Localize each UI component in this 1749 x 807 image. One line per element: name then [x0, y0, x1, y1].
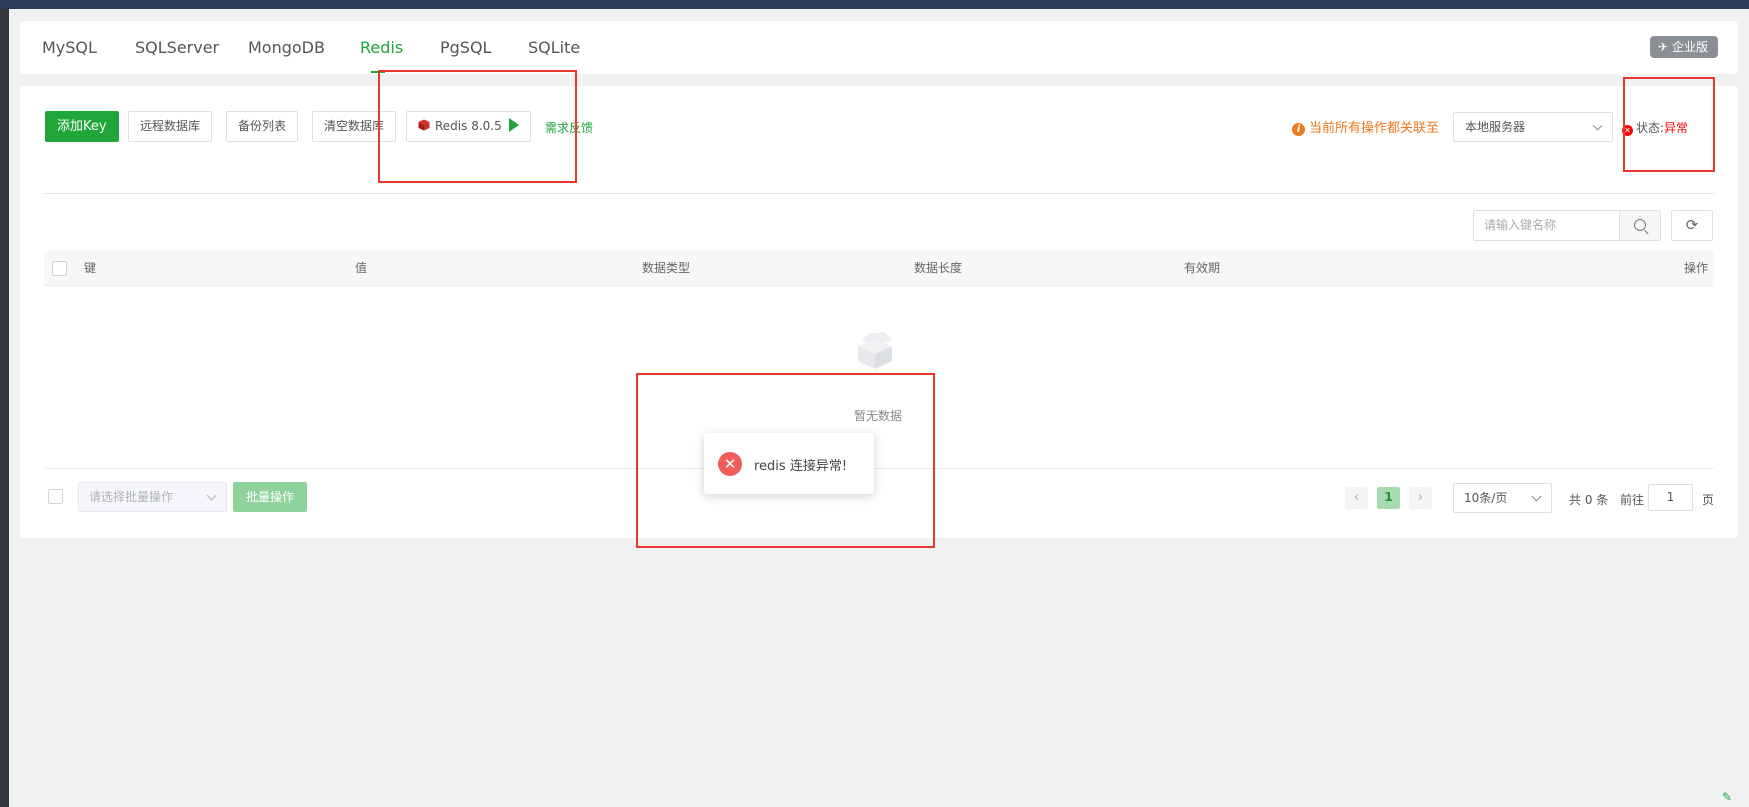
error-icon: ✕ — [1622, 125, 1633, 136]
total-count: 共 0 条 — [1569, 493, 1609, 507]
play-icon — [508, 118, 519, 132]
error-toast: ✕ redis 连接异常! — [704, 433, 874, 494]
top-bar — [0, 0, 1749, 9]
page-size-value: 10条/页 — [1464, 491, 1508, 505]
operation-notice: i 当前所有操作都关联至 — [1292, 117, 1439, 136]
table-header: 键 值 数据类型 数据长度 有效期 操作 — [44, 251, 1714, 286]
next-page-button[interactable]: › — [1409, 487, 1432, 509]
col-type: 数据类型 — [642, 261, 691, 275]
notice-text: 当前所有操作都关联至 — [1309, 121, 1440, 136]
tab-redis[interactable]: Redis — [360, 21, 403, 74]
redis-logo-icon — [418, 119, 430, 131]
enterprise-badge[interactable]: ✈ 企业版 — [1649, 36, 1718, 58]
chevron-down-icon — [1592, 120, 1603, 131]
redis-version-button[interactable]: Redis 8.0.5 — [406, 111, 531, 142]
backup-list-button[interactable]: 备份列表 — [226, 111, 299, 142]
chevron-down-icon — [1531, 491, 1542, 502]
empty-text: 暂无数据 — [854, 409, 903, 423]
redis-version-label: Redis 8.0.5 — [435, 119, 502, 133]
rocket-icon: ✈ — [1657, 40, 1668, 54]
col-key: 键 — [84, 261, 97, 275]
error-circle-icon: ✕ — [718, 452, 742, 476]
tab-sqlite[interactable]: SQLite — [528, 21, 580, 74]
db-type-tabs: MySQL SQLServer MongoDB Redis PgSQL SQLi… — [20, 21, 1738, 74]
toolbar-divider — [44, 193, 1714, 194]
info-icon: i — [1292, 123, 1305, 136]
search-button[interactable] — [1619, 210, 1661, 241]
empty-box-icon — [858, 331, 892, 369]
col-length: 数据长度 — [914, 261, 963, 275]
enterprise-label: 企业版 — [1671, 40, 1708, 54]
table-bottom-border — [44, 468, 1714, 469]
batch-checkbox[interactable] — [48, 489, 63, 504]
batch-action-button[interactable]: 批量操作 — [233, 482, 307, 512]
page-size-select[interactable]: 10条/页 — [1453, 483, 1552, 513]
tab-active-indicator — [371, 71, 385, 73]
server-select[interactable]: 本地服务器 — [1453, 112, 1613, 142]
select-all-checkbox[interactable] — [52, 261, 67, 276]
refresh-button[interactable]: ⟳ — [1671, 210, 1713, 241]
col-ttl: 有效期 — [1184, 261, 1221, 275]
connection-status: ✕ 状态:异常 — [1622, 119, 1688, 136]
refresh-icon: ⟳ — [1685, 216, 1699, 234]
edit-icon[interactable]: ✎ — [1722, 790, 1736, 804]
page-number-1[interactable]: 1 — [1377, 487, 1400, 509]
remote-db-button[interactable]: 远程数据库 — [128, 111, 213, 142]
prev-page-button[interactable]: ‹ — [1345, 487, 1368, 509]
col-actions: 操作 — [1683, 261, 1708, 275]
batch-select-placeholder: 请选择批量操作 — [89, 490, 174, 504]
tab-pgsql[interactable]: PgSQL — [440, 21, 491, 74]
add-key-button[interactable]: 添加Key — [45, 111, 119, 142]
search-icon — [1634, 219, 1646, 231]
left-strip — [0, 9, 9, 807]
page-unit-label: 页 — [1702, 493, 1715, 507]
tab-mongodb[interactable]: MongoDB — [248, 21, 325, 74]
feedback-link[interactable]: 需求反馈 — [545, 119, 593, 136]
batch-action-select[interactable]: 请选择批量操作 — [78, 482, 227, 512]
status-value: 异常 — [1664, 121, 1689, 135]
clear-db-button[interactable]: 清空数据库 — [312, 111, 397, 142]
toast-message: redis 连接异常! — [754, 459, 848, 474]
status-label: 状态: — [1636, 121, 1665, 135]
key-search-input[interactable]: 请输入键名称 — [1473, 210, 1619, 241]
goto-label: 前往 — [1620, 493, 1645, 507]
tab-mysql[interactable]: MySQL — [42, 21, 97, 74]
goto-page-input[interactable]: 1 — [1648, 484, 1693, 511]
server-select-value: 本地服务器 — [1465, 120, 1526, 134]
chevron-down-icon — [206, 490, 217, 501]
tab-sqlserver[interactable]: SQLServer — [135, 21, 219, 74]
redis-panel: 添加Key 远程数据库 备份列表 清空数据库 Redis 8.0.5 需求反馈 … — [20, 86, 1738, 538]
col-value: 值 — [355, 261, 368, 275]
